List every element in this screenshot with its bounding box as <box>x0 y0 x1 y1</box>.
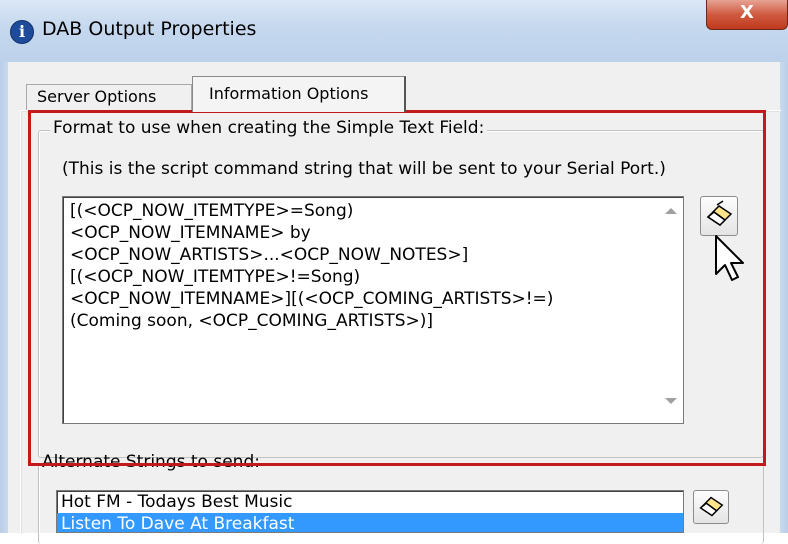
tab-information-options[interactable]: Information Options <box>192 76 406 112</box>
script-textarea-value[interactable]: [(<OCP_NOW_ITEMTYPE>=Song) <OCP_NOW_ITEM… <box>70 200 650 332</box>
script-scrollbar[interactable] <box>662 198 682 422</box>
scroll-down-arrow-icon[interactable] <box>665 398 677 404</box>
tab-server-options[interactable]: Server Options <box>26 84 192 110</box>
window-frame-right <box>780 62 788 533</box>
tab-label: Server Options <box>37 87 157 106</box>
alternate-strings-list[interactable]: Hot FM - Todays Best Music Listen To Dav… <box>56 490 684 533</box>
close-icon: X <box>740 2 754 23</box>
mouse-cursor-icon <box>715 235 744 281</box>
scroll-up-arrow-icon[interactable] <box>665 208 677 214</box>
window-title: DAB Output Properties <box>42 18 257 40</box>
legend-strike-line <box>42 463 324 464</box>
window-frame-left <box>0 62 8 533</box>
close-button[interactable]: X <box>706 0 788 30</box>
title-bar: i DAB Output Properties X <box>0 0 788 62</box>
alternate-group-legend: Alternate Strings to send: <box>42 452 260 472</box>
info-icon: i <box>10 20 34 44</box>
list-item[interactable]: Hot FM - Todays Best Music <box>57 491 683 513</box>
edit-alternate-button[interactable] <box>693 490 729 524</box>
eraser-icon <box>699 496 724 517</box>
format-group-legend: Format to use when creating the Simple T… <box>50 118 488 138</box>
format-help-text: (This is the script command string that … <box>62 159 666 179</box>
tab-label: Information Options <box>209 84 369 103</box>
edit-script-button[interactable] <box>700 196 738 236</box>
eraser-icon <box>706 200 733 226</box>
list-item-selected[interactable]: Listen To Dave At Breakfast <box>57 513 683 532</box>
